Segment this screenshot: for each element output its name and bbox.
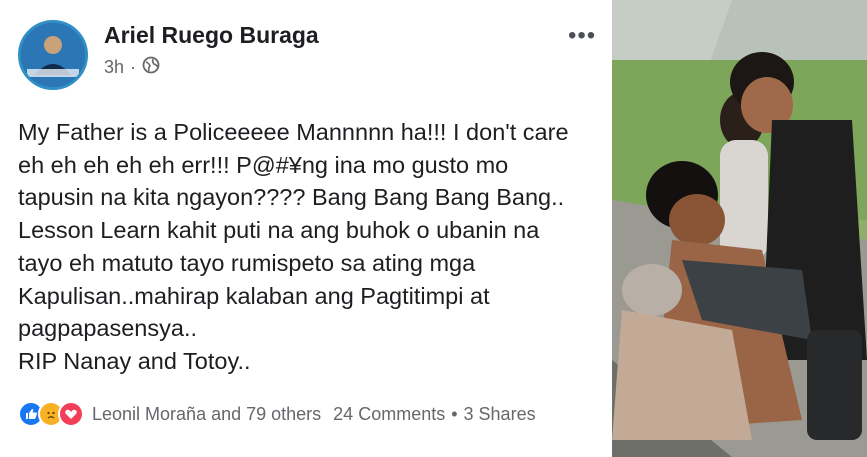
comments-count[interactable]: 24 Comments — [333, 404, 445, 425]
post-text-line: RIP Nanay and Totoy.. — [18, 347, 251, 374]
post-text-line: pagpapasensya.. — [18, 315, 198, 342]
post-text-line: tapusin na kita ngayon???? Bang Bang Ban… — [18, 184, 565, 211]
post-text: My Father is a Policeeeee Mannnnn ha!!! … — [18, 116, 608, 378]
avatar-image — [21, 23, 85, 87]
facebook-post: Ariel Ruego Buraga 3h · ••• My Father is… — [0, 0, 612, 457]
post-text-line: Kapulisan..mahirap kalaban ang Pagtitimp… — [18, 282, 490, 309]
post-time[interactable]: 3h — [104, 57, 124, 78]
meta-separator: · — [130, 57, 137, 77]
post-text-line: Lesson Learn kahit puti na ang buhok o u… — [18, 217, 540, 244]
post-text-line: eh eh eh eh eh err!!! P@#¥ng ina mo gust… — [18, 151, 509, 178]
author-name[interactable]: Ariel Ruego Buraga — [104, 22, 319, 49]
love-icon[interactable] — [58, 401, 84, 427]
avatar[interactable] — [18, 20, 88, 90]
more-options-button[interactable]: ••• — [568, 22, 596, 50]
post-meta: 3h · — [104, 56, 160, 79]
post-text-line: My Father is a Policeeeee Mannnnn ha!!! … — [18, 119, 569, 145]
globe-icon — [142, 56, 160, 79]
footer-separator: • — [451, 403, 458, 424]
photo-scene — [612, 0, 867, 457]
post-footer: Leonil Moraña and 79 others 24 Comments … — [18, 398, 536, 430]
shares-count[interactable]: 3 Shares — [464, 404, 536, 425]
reactions-summary[interactable]: Leonil Moraña and 79 others — [92, 404, 321, 425]
post-text-line: tayo eh matuto tayo rumispeto sa ating m… — [18, 249, 476, 276]
attached-photo[interactable] — [612, 0, 867, 457]
